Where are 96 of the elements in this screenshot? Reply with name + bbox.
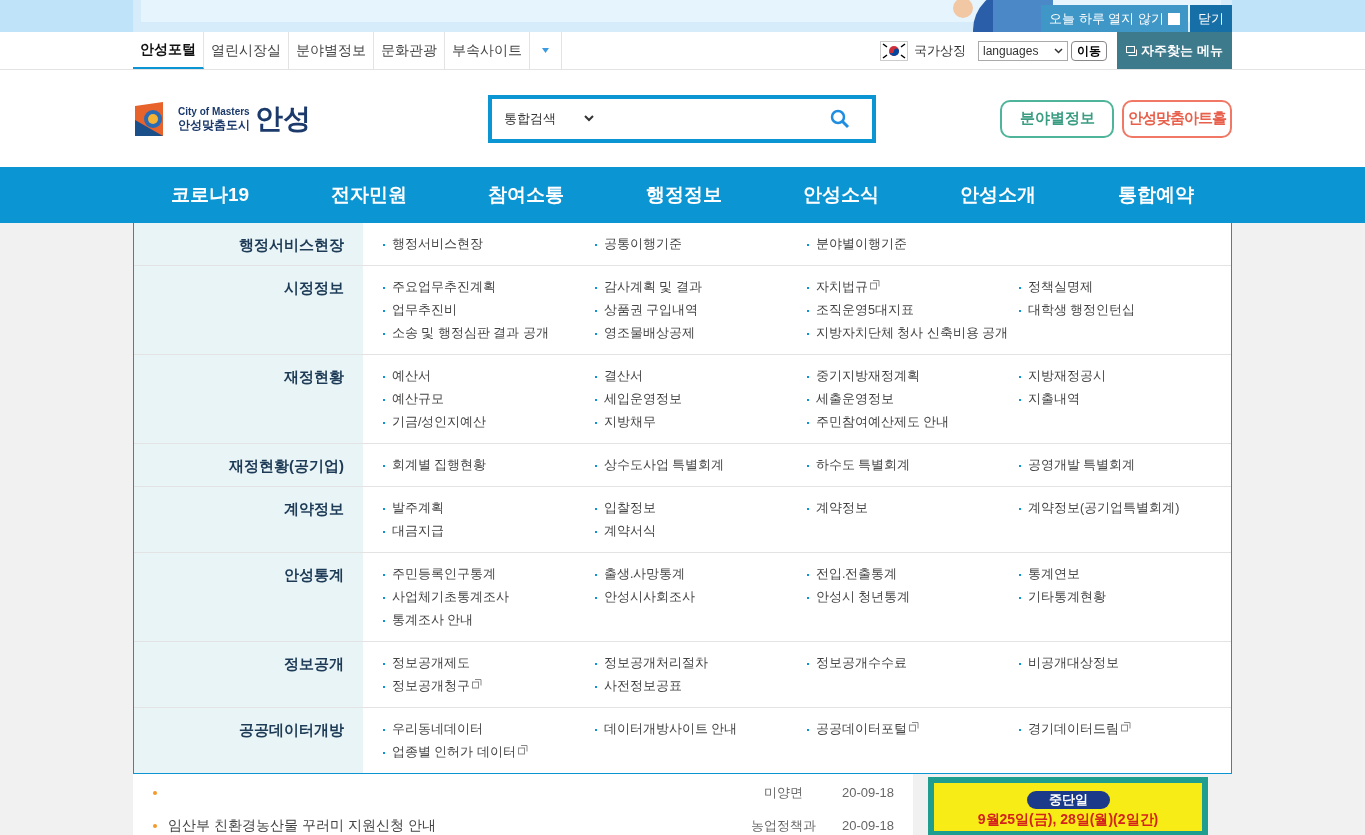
menu-link[interactable]: 발주계획 [392,499,444,518]
menu-link[interactable]: 공공데이터포털 [816,720,919,739]
menu-link[interactable]: 지방채무 [604,413,656,432]
menu-category[interactable]: 재정현황 [284,368,344,385]
windows-icon [1126,45,1138,56]
new-window-icon [517,745,528,756]
menu-link[interactable]: 정보공개수수료 [816,654,907,673]
menu-link[interactable]: 출생.사망통계 [604,565,686,584]
menu-link[interactable]: 대금지급 [392,522,444,541]
menu-link[interactable]: 상수도사업 특별회계 [604,456,725,475]
logo-tagline: City of Masters [178,106,250,117]
menu-link[interactable]: 정보공개청구 [392,677,482,696]
menu-link[interactable]: 사업체기초통계조사 [392,588,509,607]
menu-link[interactable]: 업종별 인허가 데이터 [392,743,528,762]
site-tab[interactable]: 문화관광 [374,32,445,69]
search-icon[interactable] [830,108,850,129]
menu-link[interactable]: 감사계획 및 결과 [604,278,702,297]
menu-link[interactable]: 공통이행기준 [604,235,682,254]
close-button[interactable]: 닫기 [1190,5,1232,32]
menu-link[interactable]: 소송 및 행정심판 결과 공개 [392,324,549,343]
news-department: 미양면 [762,783,804,802]
menu-link[interactable]: 자치법규 [816,278,880,297]
menu-link[interactable]: 정보공개처리절차 [604,654,708,673]
menu-link[interactable]: 계약정보(공기업특별회계) [1028,499,1180,518]
menu-link[interactable]: 주민등록인구통계 [392,565,496,584]
menu-link[interactable]: 정보공개제도 [392,654,470,673]
notice-banner[interactable]: 중단일 9월25일(금), 28일(월)(2일간) [928,777,1208,835]
menu-link[interactable]: 지방자치단체 청사 신축비용 공개 [816,324,1009,343]
menu-link[interactable]: 계약정보 [816,499,868,518]
chevron-down-icon [1054,47,1063,54]
menu-link[interactable]: 공영개발 특별회계 [1028,456,1136,475]
menu-link[interactable]: 대학생 행정인턴십 [1028,301,1136,320]
menu-link[interactable]: 회계별 집행현황 [392,456,487,475]
new-window-icon [909,722,919,733]
menu-category[interactable]: 안성통계 [284,566,344,583]
menu-link[interactable]: 분야별이행기준 [816,235,907,254]
menu-link[interactable]: 통계연보 [1028,565,1080,584]
new-window-icon [472,679,482,690]
menu-link[interactable]: 우리동네데이터 [392,720,483,739]
bullet-icon [153,823,157,828]
menu-link[interactable]: 주민참여예산제도 안내 [816,413,950,432]
menu-link[interactable]: 계약서식 [604,522,656,541]
menu-link[interactable]: 지출내역 [1028,390,1080,409]
site-tab[interactable]: 열린시장실 [204,32,289,69]
menu-link[interactable]: 하수도 특별회계 [816,456,911,475]
menu-link[interactable]: 조직운영5대지표 [816,301,914,320]
menu-link[interactable]: 전입.전출통계 [816,565,898,584]
dropdown-arrow-icon[interactable] [542,48,549,53]
menu-category[interactable]: 계약정보 [284,500,344,517]
news-title[interactable]: 임산부 친환경농산물 꾸러미 지원신청 안내 [168,815,738,835]
menu-link[interactable]: 안성시사회조사 [604,588,695,607]
news-date: 20-09-18 [840,816,895,835]
chevron-down-icon [584,115,594,122]
menu-link[interactable]: 행정서비스현장 [392,235,483,254]
menu-link[interactable]: 중기지방재정계획 [816,367,920,386]
bullet-icon [153,790,157,795]
flag-icon [880,40,908,61]
menu-link[interactable]: 예산서 [392,367,431,386]
menu-link[interactable]: 주요업무추진계획 [392,278,496,297]
menu-category[interactable]: 행정서비스현장 [239,236,344,253]
menu-link[interactable]: 안성시 청년통계 [816,588,911,607]
news-date: 20-09-18 [840,783,895,802]
menu-link[interactable]: 경기데이터드림 [1028,720,1131,739]
site-tab[interactable]: 부속사이트 [445,32,530,69]
menu-link[interactable]: 세입운영정보 [604,390,682,409]
notice-heading: 중단일 [1026,791,1110,809]
menu-link[interactable]: 사전정보공표 [604,677,682,696]
favorites-menu-button[interactable]: 자주찾는 메뉴 [1117,32,1232,69]
search-field[interactable]: 통합검색 [488,94,876,143]
notice-dates: 9월25일(금), 28일(월)(2일간) [977,810,1159,829]
new-window-icon [1121,722,1131,733]
menu-link[interactable]: 상품권 구입내역 [604,301,699,320]
menu-link[interactable]: 영조물배상공제 [604,324,695,343]
go-button[interactable]: 이동 [1071,40,1107,61]
logo-slogan: 안성맞춤도시 [178,118,250,131]
logo-name: 안성 [255,101,311,136]
language-select[interactable]: languages [978,40,1068,61]
menu-link[interactable]: 입찰정보 [604,499,656,518]
menu-link[interactable]: 비공개대상정보 [1028,654,1119,673]
menu-link[interactable]: 데이터개방사이트 안내 [604,720,738,739]
menu-link[interactable]: 예산규모 [392,390,444,409]
menu-link[interactable]: 기금/성인지예산 [392,413,487,432]
menu-link[interactable]: 정책실명제 [1028,278,1093,297]
menu-link[interactable]: 통계조사 안내 [392,611,474,630]
menu-link[interactable]: 기타통계현황 [1028,588,1106,607]
national-symbol-link[interactable]: 국가상징 [914,40,966,61]
site-tab[interactable]: 분야별정보 [289,32,374,69]
menu-category[interactable]: 시정정보 [284,279,344,296]
menu-link[interactable]: 세출운영정보 [816,390,894,409]
menu-link[interactable]: 결산서 [604,367,643,386]
menu-link[interactable]: 업무추진비 [392,301,457,320]
menu-category[interactable]: 정보공개 [284,655,344,672]
menu-link[interactable]: 지방재정공시 [1028,367,1106,386]
new-window-icon [870,280,880,291]
menu-category[interactable]: 공공데이터개방 [239,721,344,738]
news-department: 농업정책과 [749,816,817,835]
